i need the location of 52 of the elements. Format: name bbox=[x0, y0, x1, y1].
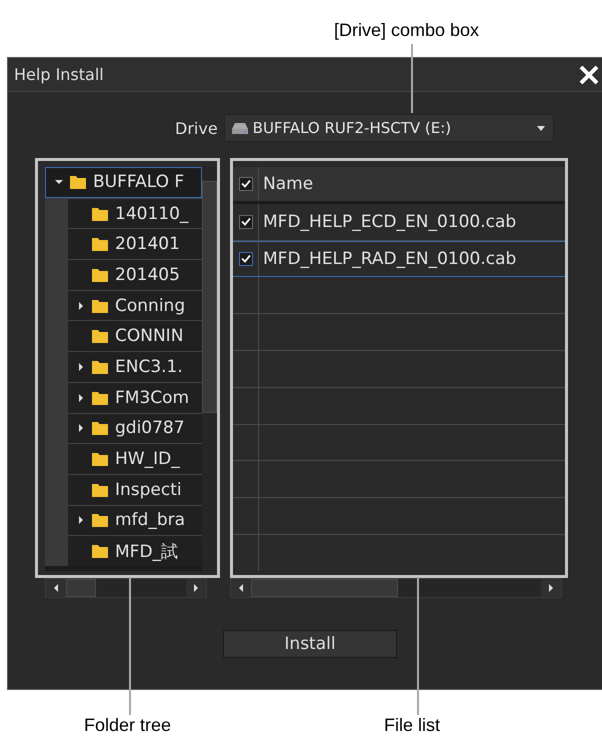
checkbox[interactable] bbox=[238, 176, 252, 191]
folder-icon bbox=[92, 206, 108, 221]
scroll-right-icon[interactable] bbox=[193, 584, 199, 592]
checkbox[interactable] bbox=[238, 252, 252, 266]
folder-icon bbox=[70, 175, 86, 190]
column-header-label[interactable]: Name bbox=[259, 167, 565, 201]
tree-item[interactable]: 140110_ bbox=[68, 198, 202, 228]
horizontal-scrollbar[interactable] bbox=[230, 578, 562, 598]
scroll-right-icon[interactable] bbox=[548, 584, 554, 592]
folder-icon bbox=[92, 237, 108, 252]
tree-item[interactable]: mfd_bra bbox=[68, 504, 202, 536]
tree-item[interactable]: HW_ID_ bbox=[68, 443, 202, 474]
folder-icon bbox=[92, 298, 108, 313]
folder-icon bbox=[92, 390, 108, 405]
tree-item[interactable]: gdi0787 bbox=[68, 412, 202, 444]
install-button[interactable]: Install bbox=[223, 630, 397, 658]
tree-item[interactable]: Inspecti bbox=[68, 474, 202, 505]
callout-label: Folder tree bbox=[84, 715, 172, 736]
tree-item[interactable]: 201401 bbox=[68, 228, 202, 260]
folder-icon bbox=[92, 513, 108, 528]
window-title: Help Install bbox=[14, 65, 104, 84]
folder-icon bbox=[92, 544, 108, 558]
folder-icon bbox=[92, 482, 108, 497]
file-name: MFD_HELP_RAD_EN_0100.cab bbox=[262, 248, 518, 271]
drive-label: Drive bbox=[175, 118, 218, 138]
folder-icon bbox=[92, 360, 108, 374]
folder-icon bbox=[92, 452, 108, 466]
file-name: MFD_HELP_ECD_EN_0100.cab bbox=[262, 210, 518, 234]
callout-label: File list bbox=[384, 715, 440, 736]
drive-combo-box[interactable]: BUFFALO RUF2-HSCTV (E:) bbox=[224, 114, 554, 142]
tree-item[interactable]: FM3Com bbox=[68, 382, 202, 412]
scroll-left-icon[interactable] bbox=[238, 584, 244, 592]
tree-item[interactable]: Conning bbox=[68, 290, 202, 320]
drive-icon bbox=[230, 122, 249, 134]
folder-icon bbox=[92, 329, 108, 344]
tree-item[interactable]: 201405 bbox=[68, 259, 202, 290]
callout-label: [Drive] combo box bbox=[334, 20, 480, 40]
checkbox[interactable] bbox=[238, 214, 252, 229]
scroll-left-icon[interactable] bbox=[53, 584, 59, 592]
vertical-scrollbar[interactable] bbox=[202, 167, 217, 571]
folder-icon bbox=[92, 268, 108, 282]
tree-item[interactable]: CONNIN bbox=[68, 320, 202, 352]
file-row[interactable]: MFD_HELP_RAD_EN_0100.cab bbox=[233, 240, 565, 278]
folder-icon bbox=[92, 421, 108, 436]
file-row[interactable]: MFD_HELP_ECD_EN_0100.cab bbox=[233, 204, 565, 241]
horizontal-scrollbar[interactable] bbox=[45, 578, 207, 598]
dropdown-caret-icon bbox=[536, 126, 545, 130]
tree-item[interactable]: BUFFALO F bbox=[45, 167, 202, 198]
close-button[interactable] bbox=[578, 64, 600, 86]
leader-line bbox=[411, 44, 413, 113]
tree-item[interactable]: ENC3.1. bbox=[68, 351, 202, 382]
tree-item[interactable]: MFD_試 bbox=[68, 535, 202, 566]
